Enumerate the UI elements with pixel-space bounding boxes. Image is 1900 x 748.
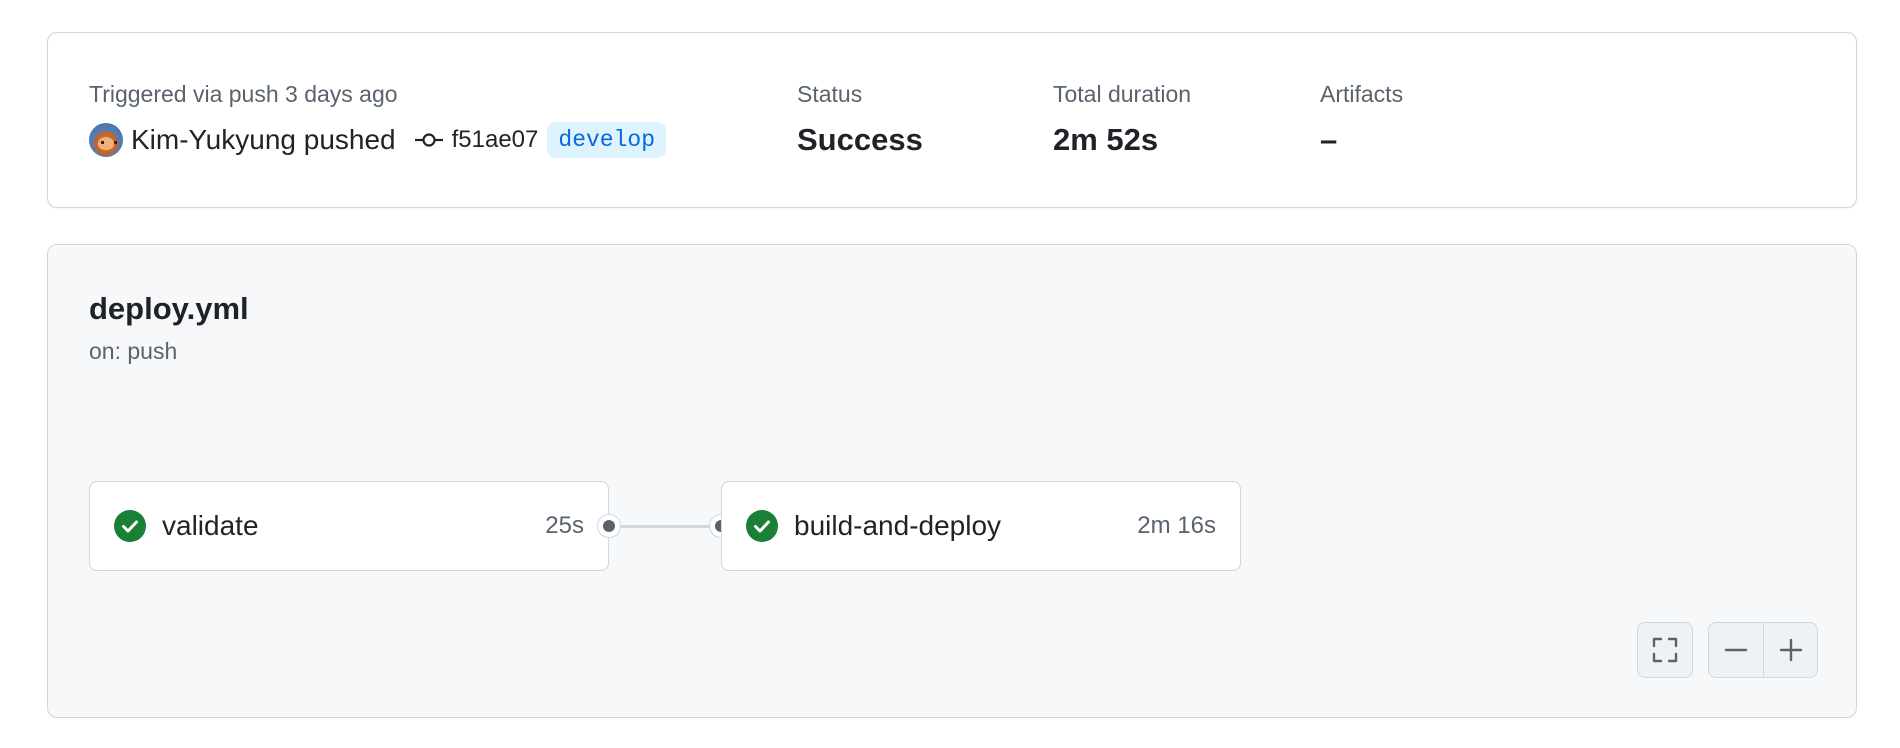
- job-output-port: [597, 514, 621, 538]
- artifacts-section: Artifacts –: [1320, 78, 1403, 160]
- status-value: Success: [797, 122, 923, 157]
- zoom-out-button[interactable]: [1709, 623, 1763, 677]
- trigger-label: Triggered via push 3 days ago: [89, 81, 398, 107]
- branch-badge[interactable]: develop: [547, 122, 667, 158]
- trigger-info: Triggered via push 3 days ago Kim-Yukyun…: [89, 78, 667, 160]
- job-name: validate: [162, 510, 259, 541]
- fullscreen-icon: [1652, 637, 1678, 663]
- job-name: build-and-deploy: [794, 510, 1002, 541]
- minus-icon: [1724, 648, 1748, 652]
- artifacts-label: Artifacts: [1320, 81, 1404, 107]
- job-node-build-and-deploy[interactable]: build-and-deploy 2m 16s: [721, 481, 1241, 571]
- workflow-graph: deploy.yml on: push validate 25s build-a…: [47, 244, 1857, 718]
- action-text: pushed: [303, 124, 396, 155]
- status-section: Status Success: [797, 78, 923, 160]
- trigger-details: Kim-Yukyung pushed f51ae07 develop: [89, 120, 667, 160]
- job-duration: 25s: [545, 512, 584, 539]
- git-commit-icon: [414, 133, 443, 147]
- status-label: Status: [797, 81, 863, 107]
- check-circle-icon: [114, 510, 146, 542]
- fullscreen-button[interactable]: [1637, 622, 1693, 678]
- duration-value: 2m 52s: [1053, 122, 1159, 157]
- zoom-controls: [1708, 622, 1818, 678]
- plus-icon: [1779, 638, 1802, 662]
- commit-sha-link[interactable]: f51ae07: [452, 126, 539, 154]
- check-circle-icon: [746, 510, 778, 542]
- avatar[interactable]: [89, 123, 123, 157]
- duration-label: Total duration: [1053, 81, 1192, 107]
- zoom-in-button[interactable]: [1763, 623, 1817, 677]
- run-summary-card: Triggered via push 3 days ago Kim-Yukyun…: [47, 32, 1857, 208]
- actor-name-link[interactable]: Kim-Yukyung: [131, 124, 296, 155]
- workflow-file-name: deploy.yml: [89, 291, 249, 326]
- duration-section: Total duration 2m 52s: [1053, 78, 1191, 160]
- actor-line: Kim-Yukyung pushed: [131, 124, 396, 156]
- artifacts-value: –: [1320, 122, 1338, 157]
- job-node-validate[interactable]: validate 25s: [89, 481, 609, 571]
- workflow-trigger: on: push: [89, 338, 178, 364]
- job-connector: [609, 525, 721, 528]
- job-duration: 2m 16s: [1137, 512, 1216, 539]
